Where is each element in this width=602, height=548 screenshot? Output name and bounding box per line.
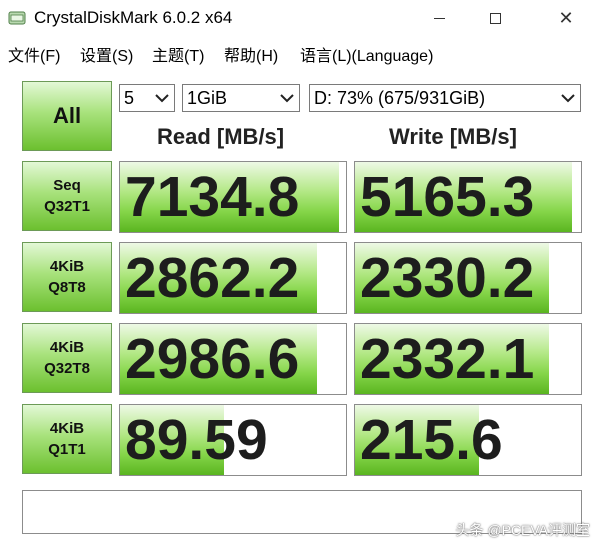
row-button-line1: 4KiB — [49, 258, 85, 275]
read-value: 2986.6 — [125, 327, 300, 391]
drive-select[interactable]: D: 73% (675/931GiB) — [309, 84, 581, 112]
main-panel: All 5 1GiB D: 73% (675/931GiB) Read [MB/… — [0, 70, 602, 548]
4kib-q8t8-button[interactable]: 4KiB Q8T8 — [22, 242, 112, 312]
window-title: CrystalDiskMark 6.0.2 x64 — [34, 8, 233, 27]
menu-bar: 文件(F) 设置(S) 主题(T) 帮助(H) 语言(L)(Language) — [0, 38, 602, 66]
app-icon — [8, 10, 26, 26]
all-button[interactable]: All — [22, 81, 112, 151]
row-button-line2: Q8T8 — [48, 279, 86, 296]
chevron-down-icon — [155, 94, 169, 103]
write-result-cell: 2332.1 — [354, 323, 582, 395]
write-value: 2332.1 — [360, 327, 535, 391]
row-button-line2: Q32T1 — [44, 198, 90, 215]
test-size-select[interactable]: 1GiB — [182, 84, 300, 112]
write-column-header: Write [MB/s] — [389, 124, 517, 149]
test-size-value: 1GiB — [187, 87, 228, 108]
4kib-q32t8-button[interactable]: 4KiB Q32T8 — [22, 323, 112, 393]
menu-help[interactable]: 帮助(H) — [224, 42, 278, 66]
read-value: 2862.2 — [125, 246, 300, 310]
chevron-down-icon — [561, 94, 575, 103]
minimize-icon — [433, 17, 445, 19]
read-value: 89.59 — [125, 408, 268, 472]
write-value: 215.6 — [360, 408, 503, 472]
close-icon: ✕ — [558, 8, 574, 28]
row-button-line2: Q1T1 — [48, 441, 86, 458]
row-button-line1: Seq — [53, 177, 81, 194]
row-button-line1: 4KiB — [49, 420, 85, 437]
menu-settings[interactable]: 设置(S) — [80, 42, 133, 66]
write-value: 2330.2 — [360, 246, 535, 310]
row-button-line2: Q32T8 — [44, 360, 90, 377]
menu-theme[interactable]: 主题(T) — [152, 42, 204, 66]
row-button-line1: 4KiB — [49, 339, 85, 356]
test-count-select[interactable]: 5 — [119, 84, 175, 112]
close-button[interactable]: ✕ — [543, 0, 589, 36]
menu-file[interactable]: 文件(F) — [8, 42, 60, 66]
menu-language[interactable]: 语言(L)(Language) — [300, 42, 433, 66]
maximize-button[interactable] — [472, 0, 518, 36]
write-result-cell: 5165.3 — [354, 161, 582, 233]
maximize-icon — [489, 12, 501, 24]
seq-q32t1-button[interactable]: Seq Q32T1 — [22, 161, 112, 231]
title-bar: CrystalDiskMark 6.0.2 x64 ✕ — [0, 0, 602, 38]
watermark-text: 头条 @PCEVA评测室 — [455, 522, 590, 538]
4kib-q1t1-button[interactable]: 4KiB Q1T1 — [22, 404, 112, 474]
read-result-cell: 2862.2 — [119, 242, 347, 314]
write-value: 5165.3 — [360, 165, 535, 229]
read-result-cell: 89.59 — [119, 404, 347, 476]
read-column-header: Read [MB/s] — [157, 124, 285, 149]
write-result-cell: 2330.2 — [354, 242, 582, 314]
read-value: 7134.8 — [125, 165, 300, 229]
read-result-cell: 2986.6 — [119, 323, 347, 395]
drive-value: D: 73% (675/931GiB) — [314, 87, 486, 108]
chevron-down-icon — [280, 94, 294, 103]
write-result-cell: 215.6 — [354, 404, 582, 476]
read-result-cell: 7134.8 — [119, 161, 347, 233]
test-count-value: 5 — [124, 87, 135, 108]
minimize-button[interactable] — [416, 0, 462, 36]
